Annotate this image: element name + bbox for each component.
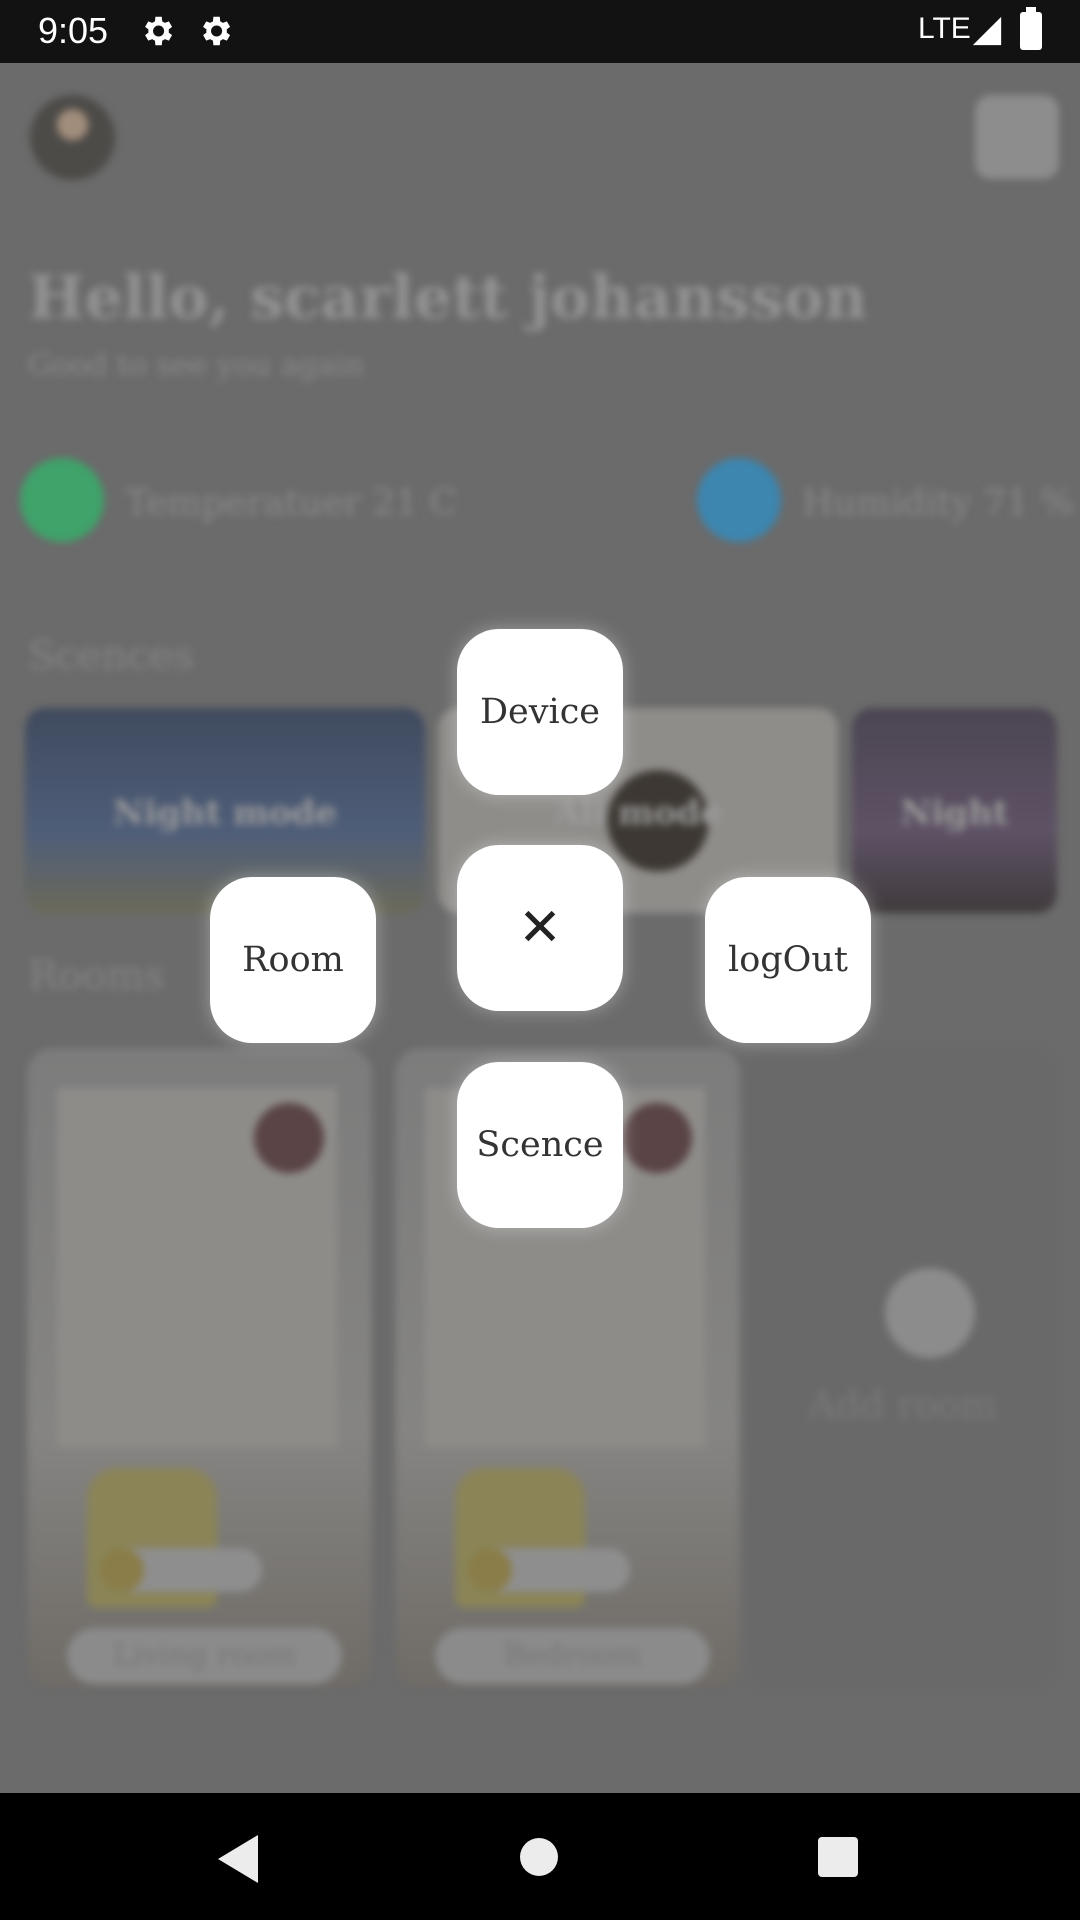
settings-icon: [203, 16, 231, 46]
bulb-icon: [100, 1548, 144, 1592]
device-button[interactable]: Device: [457, 629, 623, 795]
room-name: Bedroom: [435, 1628, 710, 1684]
scene-card[interactable]: Night: [852, 708, 1057, 913]
scene-card[interactable]: Night mode: [25, 708, 425, 913]
humidity-label: Humidity 71 %: [802, 483, 1075, 524]
navigation-bar: [0, 1793, 1080, 1920]
temperature-label: Temperatuer 21 C: [125, 483, 458, 524]
status-bar: 9:05 LTE: [0, 0, 1080, 63]
devices-badge: [468, 1548, 630, 1592]
settings-icon: [145, 16, 173, 46]
scene-label: Night: [900, 793, 1009, 833]
devices-badge: [100, 1548, 262, 1592]
add-room-label: Add room: [808, 1383, 997, 1427]
plus-icon[interactable]: [885, 1268, 975, 1358]
status-time: 9:05: [38, 10, 109, 51]
signal-icon: [972, 16, 1002, 46]
thermometer-icon: [20, 458, 104, 542]
close-icon: ✕: [518, 898, 562, 958]
bulb-icon: [468, 1548, 512, 1592]
logout-button[interactable]: logOut: [705, 877, 871, 1043]
power-icon[interactable]: [254, 1103, 324, 1173]
room-button[interactable]: Room: [210, 877, 376, 1043]
scenes-title: Scences: [28, 633, 194, 679]
humidity-icon: [697, 458, 781, 542]
scene-label: Night mode: [112, 793, 338, 833]
room-card[interactable]: Living room: [27, 1048, 372, 1688]
greeting-title: Hello, scarlett johansson: [28, 263, 868, 333]
back-icon[interactable]: [218, 1835, 258, 1883]
recents-icon[interactable]: [818, 1837, 858, 1877]
add-room-card[interactable]: Add room: [750, 1048, 1055, 1688]
rooms-title: Rooms: [28, 953, 165, 999]
menu-icon[interactable]: [975, 95, 1059, 179]
battery-icon: [1020, 7, 1042, 50]
close-menu-button[interactable]: ✕: [457, 845, 623, 1011]
network-type: LTE: [918, 12, 971, 45]
room-name: Living room: [67, 1628, 342, 1684]
home-icon[interactable]: [520, 1838, 558, 1876]
scene-button[interactable]: Scence: [457, 1062, 623, 1228]
power-icon[interactable]: [622, 1103, 692, 1173]
greeting-subtitle: Good to see you again: [28, 348, 365, 383]
scene-label: All mode: [553, 793, 723, 833]
avatar[interactable]: [30, 95, 115, 180]
